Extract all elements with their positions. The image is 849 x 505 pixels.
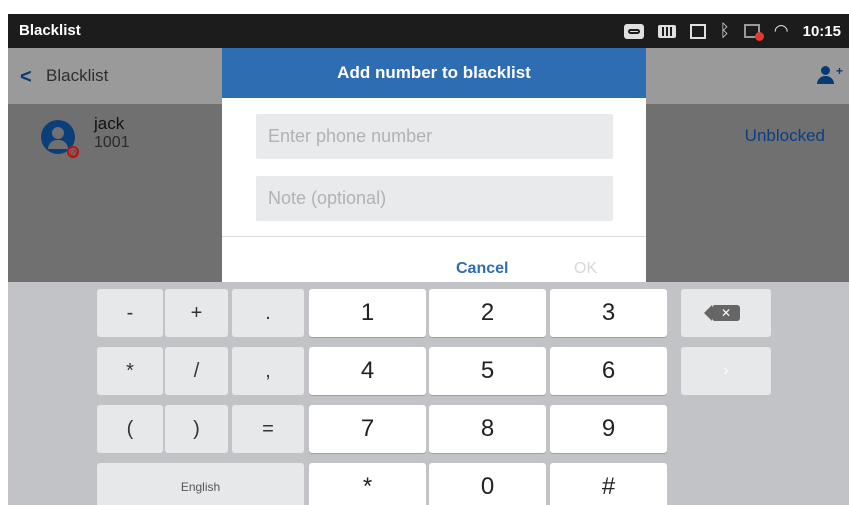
avatar: ⊘ <box>41 120 79 159</box>
wifi-icon: ◠ <box>773 21 789 40</box>
status-bar-title: Blacklist <box>19 22 81 39</box>
chevron-right-icon[interactable]: › <box>681 347 771 395</box>
key-plus[interactable]: + <box>165 289 228 337</box>
key-7[interactable]: 7 <box>309 405 426 453</box>
clock: 10:15 <box>802 22 841 40</box>
keyboard-icon <box>657 24 676 38</box>
backspace-icon: ✕ <box>704 305 740 321</box>
key-5[interactable]: 5 <box>429 347 546 395</box>
key-equals[interactable]: = <box>232 405 304 453</box>
dialog-title: Add number to blacklist <box>222 48 646 98</box>
divider <box>222 236 646 237</box>
add-number-dialog: Add number to blacklist Enter phone numb… <box>222 48 646 285</box>
screenshot-icon <box>689 23 706 39</box>
phone-number-input[interactable]: Enter phone number <box>256 114 613 159</box>
screen: Blacklist ᛒ ◠ 10:15 < Blacklist + ⊘ jack… <box>8 14 849 505</box>
key-open-paren[interactable]: ( <box>97 405 163 453</box>
key-period[interactable]: . <box>232 289 304 337</box>
contact-number: 1001 <box>94 134 130 151</box>
key-hash[interactable]: # <box>550 463 667 505</box>
status-link[interactable]: Unblocked <box>745 126 825 146</box>
language-key[interactable]: English <box>97 463 304 505</box>
key-9[interactable]: 9 <box>550 405 667 453</box>
key-4[interactable]: 4 <box>309 347 426 395</box>
key-6[interactable]: 6 <box>550 347 667 395</box>
key-close-paren[interactable]: ) <box>165 405 228 453</box>
key-slash[interactable]: / <box>165 347 228 395</box>
key-2[interactable]: 2 <box>429 289 546 337</box>
key-minus[interactable]: - <box>97 289 163 337</box>
blocked-icon: ⊘ <box>67 146 79 159</box>
add-contact-icon[interactable]: + <box>817 64 843 86</box>
key-comma[interactable]: , <box>232 347 304 395</box>
status-bar: Blacklist ᛒ ◠ 10:15 <box>8 14 849 48</box>
key-asterisk-symbol[interactable]: * <box>97 347 163 395</box>
bluetooth-icon: ᛒ <box>719 21 730 40</box>
key-3[interactable]: 3 <box>550 289 667 337</box>
ok-button[interactable]: OK <box>574 260 597 278</box>
cancel-button[interactable]: Cancel <box>456 260 508 278</box>
contact-name: jack <box>94 114 125 133</box>
numeric-keyboard: - + . 1 2 3 ✕ * / , 4 5 6 › ( ) = 7 8 9 … <box>8 282 849 505</box>
key-0[interactable]: 0 <box>429 463 546 505</box>
note-input[interactable]: Note (optional) <box>256 176 613 221</box>
chevron-left-icon[interactable]: < <box>20 66 32 89</box>
backspace-key[interactable]: ✕ <box>681 289 771 337</box>
key-1[interactable]: 1 <box>309 289 426 337</box>
voicemail-icon <box>623 23 644 39</box>
network-error-icon <box>743 24 764 41</box>
key-asterisk[interactable]: * <box>309 463 426 505</box>
key-8[interactable]: 8 <box>429 405 546 453</box>
back-button-label[interactable]: Blacklist <box>46 66 108 86</box>
